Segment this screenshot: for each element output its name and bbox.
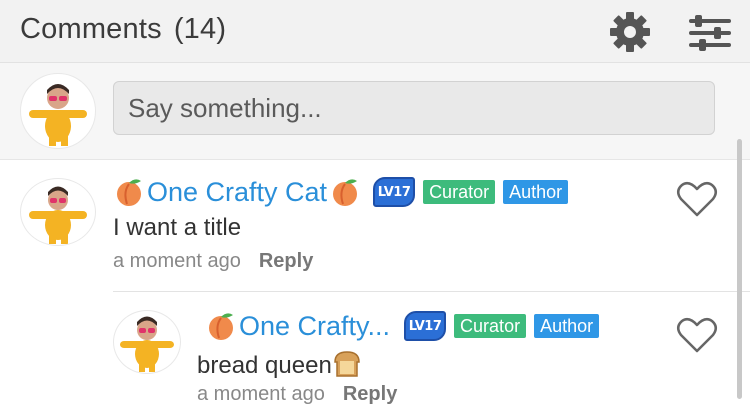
comment-header: One Crafty... LV17 Curator Author xyxy=(205,310,600,342)
heart-icon[interactable] xyxy=(676,316,718,354)
comments-count: (14) xyxy=(173,13,227,45)
comment-input[interactable] xyxy=(113,81,715,135)
author-badge: Author xyxy=(503,180,569,204)
peach-icon xyxy=(209,313,233,340)
bread-icon xyxy=(334,351,360,377)
avatar[interactable] xyxy=(113,310,181,374)
scrollbar[interactable] xyxy=(737,139,742,399)
page-title: Comments (14) xyxy=(20,13,226,46)
comment-timestamp: a moment ago xyxy=(197,383,325,405)
comment-composer xyxy=(0,63,750,160)
level-badge: LV17 xyxy=(404,311,447,341)
comment-text-content: bread queen xyxy=(197,352,332,379)
comment-header: One Crafty Cat LV17 Curator Author xyxy=(113,176,569,208)
curator-badge: Curator xyxy=(454,314,527,338)
curator-badge: Curator xyxy=(423,180,496,204)
comments-header: Comments (14) xyxy=(0,0,750,63)
comment-text: bread queen xyxy=(197,350,362,380)
peach-icon xyxy=(333,179,358,206)
username-link[interactable]: One Crafty Cat xyxy=(147,177,327,208)
reply-button[interactable]: Reply xyxy=(259,250,313,272)
avatar[interactable] xyxy=(20,73,96,149)
comments-title: Comments xyxy=(20,13,162,45)
comment-timestamp: a moment ago xyxy=(113,250,241,272)
heart-icon[interactable] xyxy=(676,180,718,218)
reply-item: One Crafty... LV17 Curator Author bread … xyxy=(0,292,750,417)
avatar[interactable] xyxy=(20,178,96,246)
comment-text: I want a title xyxy=(113,214,242,241)
gear-icon[interactable] xyxy=(608,10,652,54)
author-badge: Author xyxy=(534,314,600,338)
comment-item: One Crafty Cat LV17 Curator Author I wan… xyxy=(0,160,750,292)
sliders-icon[interactable] xyxy=(687,14,733,52)
comments-panel: One Crafty Cat LV17 Curator Author I wan… xyxy=(0,63,750,417)
username-link[interactable]: One Crafty... xyxy=(239,311,390,342)
peach-icon xyxy=(117,179,141,206)
comment-actions: a moment ago Reply xyxy=(197,383,397,406)
comment-actions: a moment ago Reply xyxy=(113,250,313,273)
reply-button[interactable]: Reply xyxy=(343,383,397,405)
level-badge: LV17 xyxy=(373,177,416,207)
